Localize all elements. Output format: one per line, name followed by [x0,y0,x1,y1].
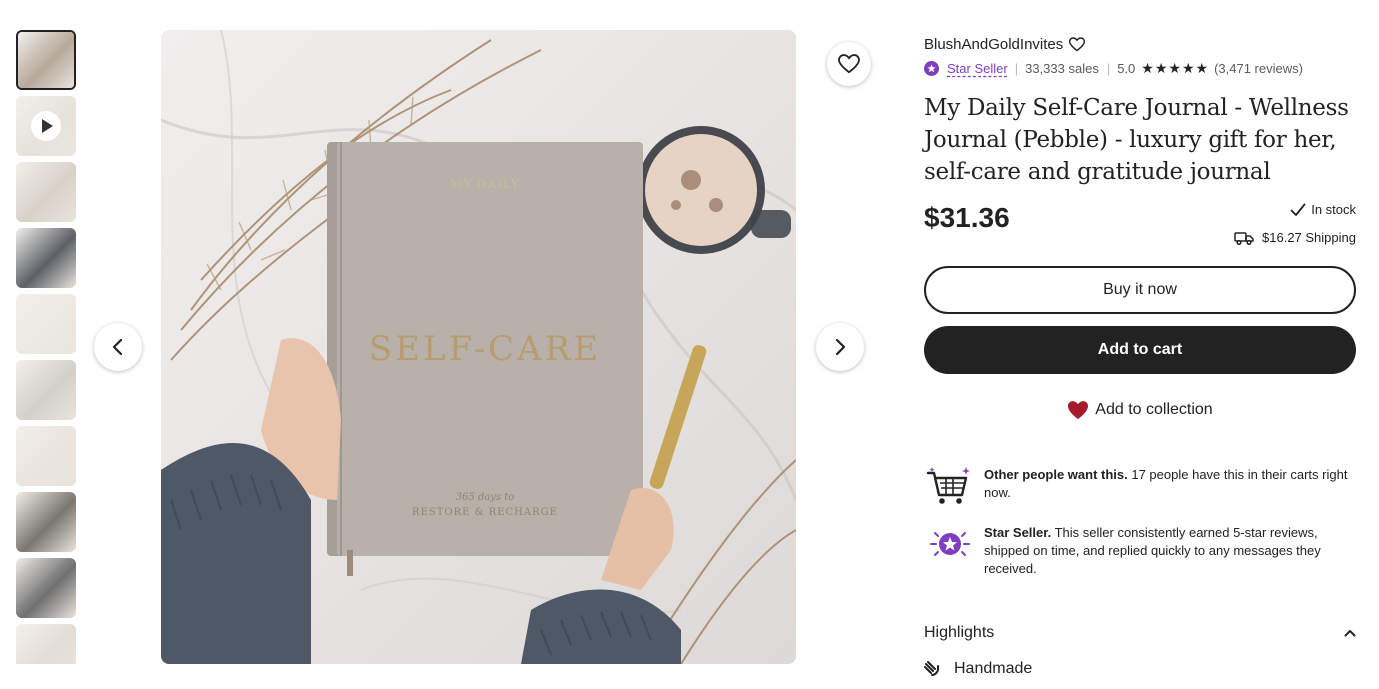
price: $31.36 [924,202,1010,233]
thumbnail-8[interactable] [16,492,76,552]
cover-top-text: MY DAILY [450,177,520,191]
thumbnail-1[interactable] [16,30,76,90]
highlight-label: Handmade [954,660,1033,677]
thumbnail-3[interactable] [16,162,76,222]
rating-stars-icon: ★★★★★ [1141,59,1210,76]
cover-title-text: SELF-CARE [369,329,601,369]
thumbnail-image [16,228,76,288]
cart-icon [924,462,972,510]
listing-title: My Daily Self-Care Journal - Wellness Jo… [924,95,1349,185]
heart-outline-icon[interactable] [1069,36,1086,52]
highlight-item: Handmade [924,660,1356,678]
product-photo: MY DAILY SELF-CARE 365 days to RESTORE &… [161,30,796,664]
demand-text: Other people want this. 17 people have t… [984,462,1356,502]
price-row: $31.36 In stock $16.27 Shipping [924,198,1356,258]
thumbnail-10[interactable] [16,624,76,664]
thumbnail-2[interactable] [16,96,76,156]
thumbnail-4[interactable] [16,228,76,288]
buy-now-button[interactable]: Buy it now [924,266,1356,314]
highlights-heading: Highlights [924,624,995,641]
star-seller-badge-icon [924,520,972,568]
add-to-collection-button[interactable]: Add to collection [924,386,1356,434]
cover-sub2-text: RESTORE & RECHARGE [412,507,558,518]
thumbnail-image [16,162,76,222]
thumbnail-image [16,558,76,618]
sales-count: 33,333 sales [1025,60,1099,76]
shop-meta-row: Star Seller | 33,333 sales | 5.0 ★★★★★ (… [924,56,1356,80]
thumbnail-image [16,624,76,664]
chevron-right-icon [835,338,846,356]
thumbnail-image [18,32,74,88]
favorite-button[interactable] [827,42,871,86]
add-to-cart-button[interactable]: Add to cart [924,326,1356,374]
main-product-image[interactable]: MY DAILY SELF-CARE 365 days to RESTORE &… [161,30,796,664]
stock-status: In stock [1290,202,1356,217]
star-seller-link[interactable]: Star Seller [947,61,1008,76]
star-seller-text: Star Seller. This seller consistently ea… [984,520,1356,578]
previous-image-button[interactable] [94,323,142,371]
thumbnail-9[interactable] [16,558,76,618]
cover-sub1-text: 365 days to [456,492,515,503]
thumbnail-5[interactable] [16,294,76,354]
star-seller-bold: Star Seller. [984,525,1052,540]
thumbnail-image [16,360,76,420]
shipping-label: $16.27 Shipping [1262,230,1356,245]
thumbnail-image [16,492,76,552]
thumbnail-image [16,294,76,354]
check-icon [1290,203,1306,216]
next-image-button[interactable] [816,323,864,371]
rating-value: 5.0 [1117,60,1136,76]
thumbnail-strip [16,30,76,664]
add-to-collection-label: Add to collection [1095,401,1213,418]
chevron-left-icon [112,338,123,356]
hand-icon [924,661,939,676]
divider: | [1106,60,1111,76]
demand-notice: Other people want this. 17 people have t… [924,462,1356,510]
heart-filled-icon [1068,401,1089,420]
listing-panel: BlushAndGoldInvites Star Seller | 33,333… [924,32,1356,678]
thumbnail-6[interactable] [16,360,76,420]
star-seller-badge-icon [924,60,939,76]
star-seller-notice: Star Seller. This seller consistently ea… [924,520,1356,578]
play-icon [31,111,61,141]
heart-outline-icon [838,54,860,74]
shop-row: BlushAndGoldInvites [924,32,1356,56]
reviews-link[interactable]: (3,471 reviews) [1214,61,1303,76]
thumbnail-image [16,426,76,486]
divider: | [1014,60,1019,76]
shop-name-link[interactable]: BlushAndGoldInvites [924,36,1063,53]
chevron-up-icon [1344,630,1356,637]
stock-label: In stock [1311,202,1356,217]
shipping-info: $16.27 Shipping [1234,230,1356,245]
demand-bold: Other people want this. [984,467,1128,482]
truck-icon [1234,231,1254,245]
thumbnail-7[interactable] [16,426,76,486]
highlights-toggle[interactable]: Highlights [924,622,1356,644]
